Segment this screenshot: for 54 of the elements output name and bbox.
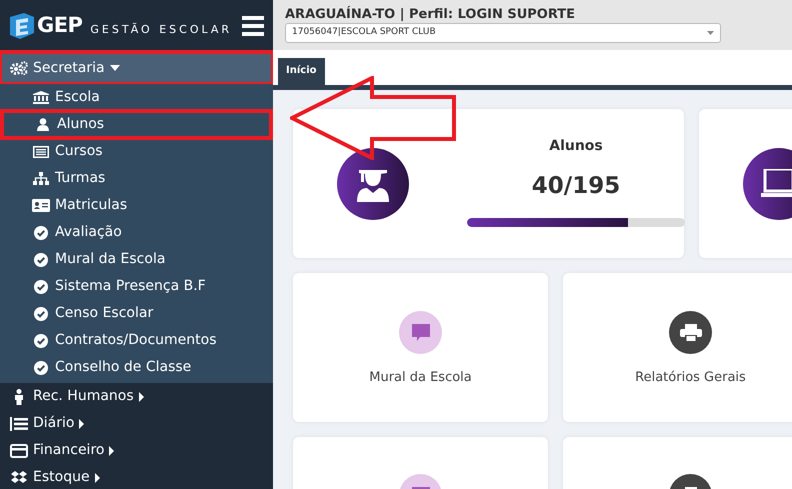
submenu-item[interactable]: Escola (0, 84, 273, 111)
logo-icon (8, 11, 36, 41)
submenu-item[interactable]: Contratos/Documentos (0, 327, 273, 354)
submenu-item[interactable]: Alunos (2, 111, 271, 138)
check-circle-icon (34, 334, 48, 348)
list-icon (33, 146, 49, 158)
submenu-item[interactable]: Censo Escolar (0, 300, 273, 327)
submenu-item[interactable]: Cursos (0, 138, 273, 165)
submenu-item[interactable]: Avaliação (0, 219, 273, 246)
sidebar-item[interactable]: Secretaria (0, 52, 273, 84)
person-icon (14, 388, 24, 404)
card-label: Relatórios Gerais (635, 369, 746, 387)
tab[interactable]: Início (278, 58, 324, 85)
check-circle-icon (34, 306, 48, 320)
sitemap-icon (33, 172, 49, 185)
printer-icon (669, 311, 712, 354)
numbered-list-icon (10, 416, 28, 430)
card-title: Alunos (549, 137, 603, 156)
sidebar-item[interactable]: Financeiro (0, 437, 273, 464)
shortcut-card[interactable]: Mural da Escola (293, 273, 548, 422)
id-card-icon (32, 199, 50, 212)
submenu-item[interactable]: Sistema Presença B.F (0, 273, 273, 300)
caret-right-icon (138, 392, 144, 402)
sidebar-item[interactable]: Diário (0, 410, 273, 437)
submenu-item[interactable]: Matriculas (0, 192, 273, 219)
header-title: ARAGUAÍNA-TO | Perfil: LOGIN SUPORTE (285, 7, 576, 23)
credit-card-icon (10, 444, 28, 458)
card-value: 40/195 (532, 172, 620, 202)
caret-down-icon (110, 65, 120, 71)
dropdown-caret-icon (707, 31, 714, 35)
check-circle-icon (34, 252, 48, 266)
submenu-item[interactable]: Conselho de Classe (0, 354, 273, 381)
dropbox-icon (11, 470, 27, 484)
user-icon (37, 118, 49, 131)
caret-right-icon (109, 446, 114, 456)
chat-bubble-icon (399, 311, 442, 354)
caret-right-icon (79, 418, 84, 428)
sidebar-item[interactable]: Rec. Humanos (0, 383, 273, 410)
card-label: Mural da Escola (369, 369, 472, 387)
caret-right-icon (94, 472, 100, 482)
shortcut-card[interactable]: Relatórios Gerais (563, 273, 792, 422)
submenu-item[interactable]: Mural da Escola (0, 246, 273, 273)
stat-card[interactable]: Alunos 40/195 (293, 109, 684, 258)
submenu-item[interactable]: Turmas (0, 165, 273, 192)
check-circle-icon (34, 226, 48, 240)
check-circle-icon (34, 360, 48, 374)
bank-icon (33, 91, 49, 104)
check-circle-icon (34, 280, 48, 294)
school-select[interactable]: 17056047|ESCOLA SPORT CLUB (285, 23, 721, 43)
logo-text: GEP (37, 12, 82, 40)
logo-subtitle: GESTÃO ESCOLAR (90, 22, 232, 38)
gears-icon (10, 61, 28, 75)
menu-button[interactable] (242, 16, 264, 36)
sidebar-item[interactable]: Estoque (0, 464, 273, 489)
